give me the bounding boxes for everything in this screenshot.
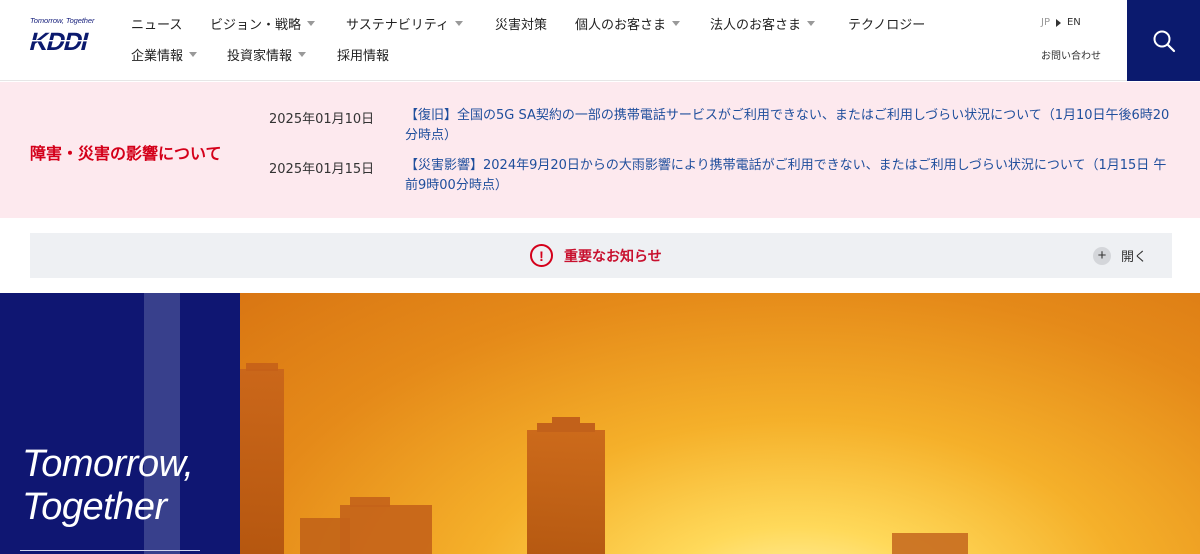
incident-section: 障害・災害の影響について 2025年01月10日 【復旧】全国の5G SA契約の… — [0, 82, 1200, 218]
notice-label: 重要なお知らせ — [564, 248, 662, 265]
nav-news[interactable]: ニュース — [131, 14, 182, 33]
caret-down-icon — [672, 21, 681, 26]
nav-vision-strategy[interactable]: ビジョン・戦略 — [210, 14, 316, 33]
hero-city-sunset-image — [240, 293, 1200, 554]
incident-link[interactable]: 【復旧】全国の5G SA契約の一部の携帯電話サービスがご利用できない、またはご利… — [405, 106, 1175, 146]
nav-corporate-info-label: 企業情報 — [131, 49, 184, 64]
nav-recruit[interactable]: 採用情報 — [337, 45, 389, 64]
kddi-wordmark: KDDI — [27, 28, 91, 55]
search-icon — [1153, 30, 1175, 52]
nav-sustainability-label: サステナビリティ — [346, 18, 449, 33]
nav-disaster-measures[interactable]: 災害対策 — [495, 14, 547, 33]
kddi-logo[interactable]: Tomorrow, Together KDDI — [26, 16, 108, 56]
nav-sustainability[interactable]: サステナビリティ — [346, 14, 463, 33]
logo-tagline: Tomorrow, Together — [30, 16, 95, 25]
incident-link[interactable]: 【災害影響】2024年9月20日からの大雨影響により携帯電話がご利用できない、ま… — [405, 156, 1175, 196]
hero-slogan: Tomorrow, Together — [22, 443, 194, 529]
notice-open-label: 開く — [1121, 250, 1148, 265]
lang-jp[interactable]: JP — [1041, 17, 1050, 28]
nav-technology-label: テクノロジー — [848, 18, 926, 33]
triangle-right-icon — [1055, 18, 1061, 27]
hero-brand-panel: Tomorrow, Together — [0, 293, 240, 554]
hero-slogan-line1: Tomorrow, — [22, 443, 194, 485]
nav-investor-info-label: 投資家情報 — [227, 49, 293, 64]
city-skyline-silhouette — [240, 363, 968, 554]
nav-recruit-label: 採用情報 — [337, 49, 390, 64]
incident-date: 2025年01月10日 — [269, 112, 375, 127]
hero-section: Tomorrow, Together — [0, 293, 1200, 554]
nav-corporate-info[interactable]: 企業情報 — [131, 45, 198, 64]
nav-vision-strategy-label: ビジョン・戦略 — [210, 18, 302, 33]
caret-down-icon — [307, 21, 316, 26]
nav-business-customers[interactable]: 法人のお客さま — [710, 14, 816, 33]
alert-icon: ! — [530, 244, 553, 267]
nav-news-label: ニュース — [131, 18, 183, 33]
caret-down-icon — [189, 52, 198, 57]
plus-icon: + — [1093, 246, 1111, 265]
contact-link[interactable]: お問い合わせ — [1041, 47, 1101, 62]
incident-date: 2025年01月15日 — [269, 162, 375, 177]
notice-heading: ! 重要なお知らせ — [530, 244, 662, 267]
important-notice-bar[interactable]: ! 重要なお知らせ + 開く — [30, 233, 1172, 278]
incident-title: 障害・災害の影響について — [30, 144, 222, 163]
search-button[interactable] — [1127, 0, 1200, 81]
nav-personal-customers[interactable]: 個人のお客さま — [575, 14, 681, 33]
kddi-wordmark-logo: KDDI — [27, 28, 105, 55]
hero-slogan-line2: Together — [22, 486, 167, 528]
language-switcher: JP EN — [1041, 17, 1081, 28]
hero-divider — [20, 550, 200, 551]
nav-personal-customers-label: 個人のお客さま — [575, 18, 667, 33]
caret-down-icon — [454, 21, 463, 26]
caret-down-icon — [807, 21, 816, 26]
nav-business-customers-label: 法人のお客さま — [710, 18, 802, 33]
caret-down-icon — [298, 52, 307, 57]
nav-technology[interactable]: テクノロジー — [848, 14, 925, 33]
nav-investor-info[interactable]: 投資家情報 — [227, 45, 307, 64]
nav-disaster-measures-label: 災害対策 — [495, 18, 548, 33]
lang-en[interactable]: EN — [1067, 17, 1081, 28]
site-header: Tomorrow, Together KDDI ニュース ビジョン・戦略 サステ… — [0, 0, 1200, 81]
notice-open-toggle[interactable]: + 開く — [1093, 246, 1147, 265]
